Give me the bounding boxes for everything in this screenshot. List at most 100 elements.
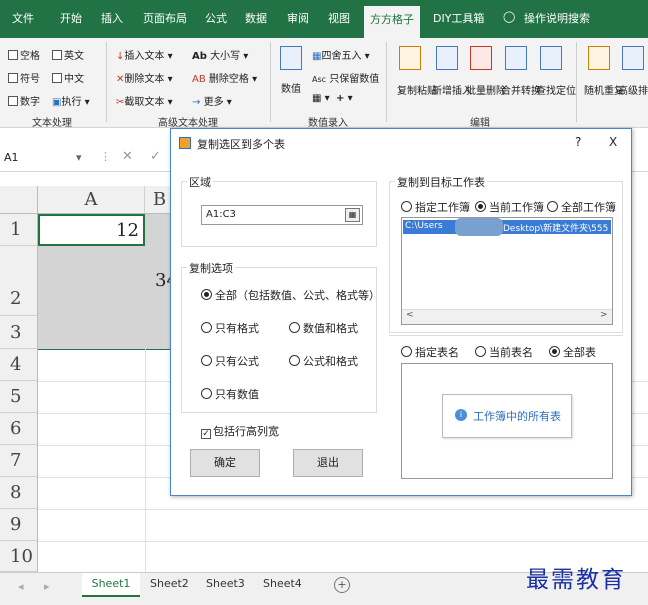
merge-convert-button[interactable]: 合并转换 (501, 82, 541, 97)
group-label-text: 文本处理 (32, 118, 72, 129)
tab-insert[interactable]: 插入 (101, 10, 123, 26)
confirm-icon[interactable]: ✓ (150, 149, 161, 164)
exit-button[interactable]: 退出 (293, 449, 363, 477)
option-specified-workbook[interactable]: 指定工作簿 (401, 199, 470, 215)
copy-paste-icon (399, 46, 421, 70)
row-header-1[interactable]: 1 (0, 214, 38, 246)
add-sheet-icon[interactable]: + (334, 577, 350, 593)
sheet-tab-sheet4[interactable]: Sheet4 (263, 577, 302, 590)
region-input[interactable]: A1:C3 ▦ (201, 205, 363, 225)
option-all-sheets[interactable]: 全部表 (549, 344, 596, 360)
target-label: 复制到目标工作表 (395, 174, 487, 190)
checkbox-english[interactable]: 英文 (52, 47, 84, 62)
close-button[interactable]: X (609, 135, 617, 149)
tab-data[interactable]: 数据 (245, 10, 267, 26)
ribbon-tab-bar: 文件 开始 插入 页面布局 公式 数据 审阅 视图 方方格子 DIY工具箱 ◯ … (0, 0, 648, 38)
batch-delete-icon (470, 46, 492, 70)
copy-paste-button[interactable]: 复制粘贴 (397, 82, 437, 97)
option-formula-format[interactable]: 公式和格式 (289, 353, 358, 369)
ok-button[interactable]: 确定 (190, 449, 260, 477)
tab-review[interactable]: 审阅 (287, 10, 309, 26)
column-header-a[interactable]: A (38, 186, 145, 214)
include-size-checkbox[interactable]: ✓ 包括行高列宽 (201, 423, 279, 439)
option-value-only[interactable]: 只有数值 (201, 386, 259, 402)
row-header-7[interactable]: 7 (0, 445, 38, 477)
horizontal-scrollbar[interactable]: < > (402, 309, 612, 324)
row-header-10[interactable]: 10 (0, 541, 38, 572)
case-button[interactable]: Ab 大小写 ▾ (192, 47, 248, 62)
checkbox-symbol[interactable]: 符号 (8, 70, 40, 85)
checkbox-space[interactable]: 空格 (8, 47, 40, 62)
tab-file[interactable]: 文件 (12, 10, 34, 26)
watermark: 最需教育 (526, 567, 626, 593)
checkbox-chinese[interactable]: 中文 (52, 70, 84, 85)
group-separator (576, 42, 577, 122)
select-all-corner[interactable] (0, 186, 38, 214)
row-header-3[interactable]: 3 (0, 316, 38, 349)
selection-border (38, 349, 170, 350)
region-label: 区域 (187, 174, 213, 190)
tab-home[interactable]: 开始 (60, 10, 82, 26)
option-all[interactable]: 全部（包括数值、公式、格式等） (201, 287, 380, 303)
workbook-list-item[interactable]: C:\Users Desktop\新建文件夹\555 (403, 218, 611, 236)
option-value-format[interactable]: 数值和格式 (289, 320, 358, 336)
option-current-sheet[interactable]: 当前表名 (475, 344, 533, 360)
remove-space-button[interactable]: AB 删除空格 ▾ (192, 70, 257, 85)
name-box[interactable]: A1 ▾ (4, 151, 90, 168)
advanced-sort-icon (622, 46, 644, 70)
batch-delete-button[interactable]: 批量删除 (466, 82, 506, 97)
row-header-4[interactable]: 4 (0, 349, 38, 381)
scroll-right-icon[interactable]: ▸ (44, 580, 50, 593)
find-locate-button[interactable]: 查找定位 (536, 82, 576, 97)
help-button[interactable]: ? (575, 135, 581, 149)
tab-diy-toolbox[interactable]: DIY工具箱 (433, 10, 484, 26)
option-format-only[interactable]: 只有格式 (201, 320, 259, 336)
sheet-tab-sheet1[interactable]: Sheet1 (82, 573, 140, 597)
checkbox-digit[interactable]: 数字 (8, 93, 40, 108)
value-tools-buttons[interactable]: ▦ ▾ + ▾ (312, 93, 353, 104)
delete-text-button[interactable]: ✕删除文本 ▾ (116, 70, 173, 85)
row-header-2[interactable]: 2 (0, 246, 38, 316)
tab-fangfangezi[interactable]: 方方格子 (364, 6, 420, 38)
row-header-9[interactable]: 9 (0, 509, 38, 541)
merge-convert-icon (505, 46, 527, 70)
tell-me-search[interactable]: 操作说明搜索 (524, 10, 590, 26)
group-separator (106, 42, 107, 122)
cell-a1[interactable]: 12 (38, 214, 145, 246)
workbook-list[interactable]: C:\Users Desktop\新建文件夹\555 < > (401, 217, 613, 325)
copy-options-label: 复制选项 (187, 260, 235, 276)
tab-formulas[interactable]: 公式 (205, 10, 227, 26)
group-label-value: 数值录入 (308, 118, 348, 129)
divider (389, 335, 623, 336)
keep-number-button[interactable]: Asc 只保留数值 (312, 70, 379, 85)
option-current-workbook[interactable]: 当前工作簿 (475, 199, 544, 215)
group-separator (270, 42, 271, 122)
insert-text-button[interactable]: ↓插入文本 ▾ (116, 47, 173, 62)
advanced-sort-button[interactable]: 高级排序 (618, 82, 648, 97)
extract-text-button[interactable]: ✂截取文本 ▾ (116, 93, 173, 108)
row-header-8[interactable]: 8 (0, 477, 38, 509)
dialog-title: 复制选区到多个表 (197, 138, 285, 151)
range-picker-icon[interactable]: ▦ (345, 208, 360, 222)
tab-page-layout[interactable]: 页面布局 (143, 10, 187, 26)
cancel-icon[interactable]: ✕ (122, 149, 133, 164)
row-header-5[interactable]: 5 (0, 381, 38, 413)
sheet-tab-sheet3[interactable]: Sheet3 (206, 577, 245, 590)
execute-button[interactable]: ▣执行 ▾ (52, 93, 90, 108)
row-header-6[interactable]: 6 (0, 413, 38, 445)
option-specified-sheet[interactable]: 指定表名 (401, 344, 459, 360)
value-icon (280, 46, 302, 70)
scroll-left-icon[interactable]: ◂ (18, 580, 24, 593)
option-formula-only[interactable]: 只有公式 (201, 353, 259, 369)
ribbon: 空格 英文 符号 中文 数字 ▣执行 ▾ 文本处理 ↓插入文本 ▾ ✕删除文本 … (0, 38, 648, 129)
info-icon: i (455, 409, 467, 421)
round-button[interactable]: ▦四舍五入 ▾ (312, 47, 370, 62)
tab-view[interactable]: 视图 (328, 10, 350, 26)
more-dots-icon: ⋮ (100, 150, 111, 163)
sheet-tab-sheet2[interactable]: Sheet2 (150, 577, 189, 590)
option-all-workbooks[interactable]: 全部工作簿 (547, 199, 616, 215)
value-button[interactable]: 数值 (281, 80, 301, 95)
copy-selection-dialog: 复制选区到多个表 ? X 区域 A1:C3 ▦ 复制选项 全部（包括数值、公式、… (170, 128, 632, 496)
more-button[interactable]: → 更多 ▾ (192, 93, 232, 108)
group-label-edit: 编辑 (470, 118, 490, 129)
